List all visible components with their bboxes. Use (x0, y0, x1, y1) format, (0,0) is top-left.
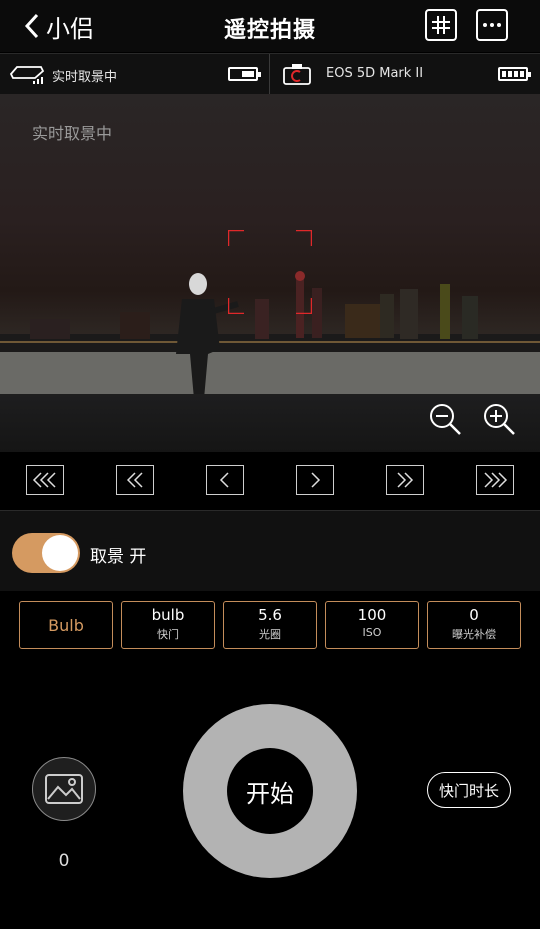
aperture-setting-button[interactable]: 5.6 光圈 (223, 601, 317, 649)
exposure-settings: Bulb bulb 快门 5.6 光圈 100 ISO 0 曝光补偿 (0, 591, 540, 657)
more-button[interactable] (476, 9, 508, 41)
page-title: 遥控拍摄 (223, 18, 316, 43)
iso-label: ISO (362, 626, 382, 639)
mode-button[interactable]: Bulb (19, 601, 113, 649)
focus-near-max-button[interactable] (476, 465, 514, 495)
focus-far-min-button[interactable] (206, 465, 244, 495)
live-view[interactable]: 实时取景中 (0, 94, 540, 452)
iso-setting-button[interactable]: 100 ISO (325, 601, 419, 649)
shutter-setting-button[interactable]: bulb 快门 (121, 601, 215, 649)
gallery-button[interactable] (32, 757, 96, 821)
chevron-left-icon (219, 472, 229, 488)
exposure-comp-setting-button[interactable]: 0 曝光补偿 (427, 601, 521, 649)
status-divider (269, 54, 270, 94)
focus-adjust-bar (0, 452, 540, 510)
more-icon (483, 23, 501, 27)
aperture-value: 5.6 (258, 606, 282, 624)
aperture-label: 光圈 (259, 628, 281, 641)
connection-status-bar: 实时取景中 EOS 5D Mark II (0, 53, 540, 95)
exposure-comp-value: 0 (469, 606, 479, 624)
live-view-toggle-row: 取景 开 (0, 510, 540, 592)
chevron-right-icon (311, 472, 321, 488)
battery-icon (228, 67, 261, 81)
focus-near-medium-button[interactable] (386, 465, 424, 495)
camera-battery-icon (498, 67, 531, 81)
switch-knob (42, 535, 78, 571)
live-view-toggle-label: 取景 开 (90, 547, 147, 567)
focus-far-max-button[interactable] (26, 465, 64, 495)
double-chevron-left-icon (126, 472, 143, 488)
camera-icon (283, 64, 311, 85)
live-status-text: 实时取景中 (52, 70, 118, 85)
photo-count: 0 (58, 851, 70, 871)
mode-value: Bulb (48, 616, 84, 635)
double-chevron-right-icon (397, 472, 414, 488)
gallery-icon (45, 774, 83, 804)
grid-icon (432, 16, 450, 34)
exposure-comp-label: 曝光补偿 (452, 628, 496, 641)
iso-value: 100 (357, 606, 387, 624)
live-watermark: 实时取景中 (32, 124, 113, 143)
shutter-value: bulb (151, 606, 185, 624)
triple-chevron-right-icon (484, 472, 508, 488)
shutter-duration-button[interactable]: 快门时长 (427, 772, 511, 808)
zoom-out-icon[interactable] (428, 402, 462, 436)
focus-frame[interactable] (228, 230, 312, 314)
drone-icon (9, 66, 45, 84)
focus-near-min-button[interactable] (296, 465, 334, 495)
zoom-in-icon[interactable] (482, 402, 516, 436)
grid-button[interactable] (425, 9, 457, 41)
focus-far-medium-button[interactable] (116, 465, 154, 495)
triple-chevron-left-icon (32, 472, 56, 488)
live-view-switch[interactable] (12, 533, 80, 573)
camera-model-text: EOS 5D Mark II (326, 66, 424, 81)
shutter-start-label[interactable]: 开始 (227, 748, 313, 834)
shutter-label: 快门 (157, 628, 179, 641)
top-nav-bar: 小侣 遥控拍摄 (0, 0, 540, 52)
